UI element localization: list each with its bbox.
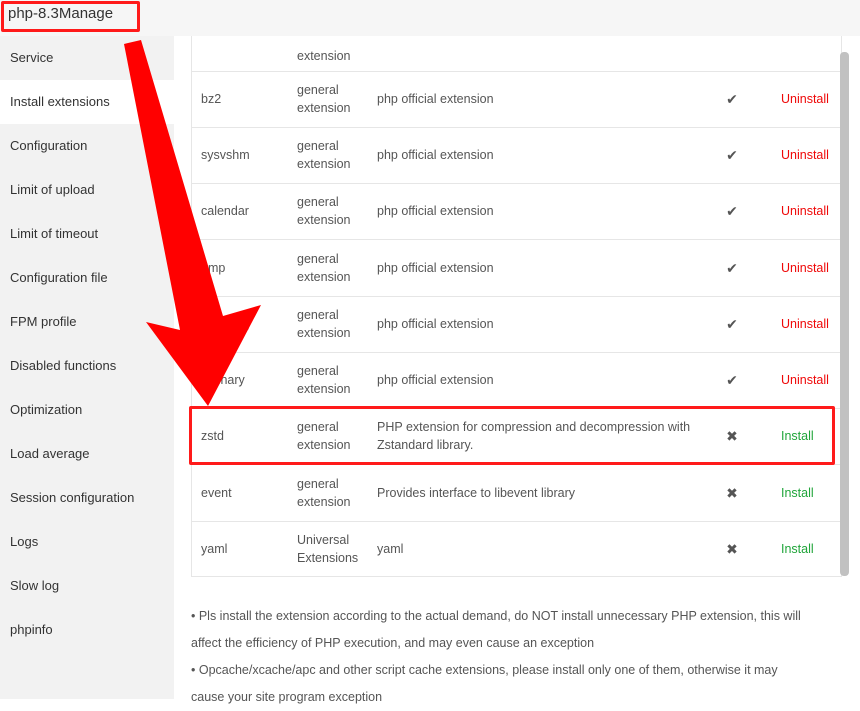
uninstall-button[interactable]: Uninstall [781,296,841,352]
sidebar-item-service[interactable]: Service [0,36,174,80]
sidebar-item-fpm-profile[interactable]: FPM profile [0,300,174,344]
sidebar-item-limit-of-timeout[interactable]: Limit of timeout [0,212,174,256]
note-item-continued: affect the efficiency of PHP execution, … [191,636,595,650]
check-icon: ✔ [726,202,738,219]
extension-name: bz2 [201,92,222,106]
check-icon: ✔ [726,371,738,388]
extension-description: php official extension [377,261,494,275]
uninstall-button[interactable]: Uninstall [781,240,841,296]
extension-type: extension [297,49,351,63]
extension-name: sysvmsg [201,317,250,331]
check-icon: ✔ [726,146,738,163]
extension-type: general extension [297,195,351,227]
extension-type: general extension [297,364,351,396]
table-row: gmp general extension php official extens… [192,240,841,297]
table-row: calendar general extension php official e… [192,183,841,240]
cross-icon: ✖ [726,484,738,501]
extension-name: igbinary [201,373,245,387]
note-item: • Opcache/xcache/apc and other script ca… [191,663,778,677]
extension-name: yaml [201,542,228,556]
scrollbar-thumb[interactable] [840,52,849,576]
note-item: • Pls install the extension according to… [191,609,801,623]
extension-description: php official extension [377,317,494,331]
uninstall-button[interactable]: Uninstall [781,127,841,183]
install-button[interactable]: Install [781,521,841,576]
sidebar-item-configuration-file[interactable]: Configuration file [0,256,174,300]
sidebar: Service Install extensions Configuration… [0,36,174,699]
table-row: event general extension Provides interfac… [192,465,841,522]
sidebar-item-install-extensions[interactable]: Install extensions [0,80,174,124]
extension-type: Universal Extensions [297,533,359,565]
check-icon: ✔ [726,315,738,332]
sidebar-item-optimization[interactable]: Optimization [0,388,174,432]
extensions-table: extension bz2 general extension php offic… [191,36,842,577]
sidebar-item-slow-log[interactable]: Slow log [0,564,174,608]
extension-type: general extension [297,83,351,115]
extension-description: yaml [377,542,404,556]
sidebar-item-configuration[interactable]: Configuration [0,124,174,168]
table-row-partial: extension [192,36,841,72]
check-icon: ✔ [726,90,738,107]
sidebar-item-disabled-functions[interactable]: Disabled functions [0,344,174,388]
zstd-row-highlight-box [189,406,835,465]
sidebar-item-phpinfo[interactable]: phpinfo [0,608,174,652]
extension-name: event [201,486,232,500]
extension-type: general extension [297,139,351,171]
check-icon: ✔ [726,259,738,276]
uninstall-button[interactable]: Uninstall [781,71,841,127]
extension-name: sysvshm [201,148,250,162]
table-row: yaml Universal Extensions yaml ✖ Install [192,521,841,576]
extension-name: calendar [201,204,249,218]
sidebar-item-limit-of-upload[interactable]: Limit of upload [0,168,174,212]
table-row: igbinary general extension php official e… [192,352,841,409]
extension-type: general extension [297,477,351,509]
main-panel: extension bz2 general extension php offic… [174,36,860,699]
cross-icon: ✖ [726,540,738,557]
install-button[interactable]: Install [781,465,841,521]
extension-name: gmp [201,261,226,275]
extension-description: php official extension [377,204,494,218]
extension-description: Provides interface to libevent library [377,486,576,500]
table-scrollbar[interactable] [840,52,849,576]
notes-list: • Pls install the extension according to… [191,603,841,711]
table-row: sysvshm general extension php official ex… [192,127,841,184]
sidebar-item-session-configuration[interactable]: Session configuration [0,476,174,520]
table-row: bz2 general extension php official extens… [192,71,841,128]
sidebar-item-load-average[interactable]: Load average [0,432,174,476]
extension-description: php official extension [377,148,494,162]
title-highlight-box [1,1,140,32]
table-row: sysvmsg general extension php official ex… [192,296,841,353]
sidebar-item-logs[interactable]: Logs [0,520,174,564]
extension-type: general extension [297,308,351,340]
uninstall-button[interactable]: Uninstall [781,352,841,408]
extension-description: php official extension [377,92,494,106]
extension-type: general extension [297,252,351,284]
uninstall-button[interactable]: Uninstall [781,183,841,239]
extension-description: php official extension [377,373,494,387]
note-item-continued: cause your site program exception [191,690,383,704]
